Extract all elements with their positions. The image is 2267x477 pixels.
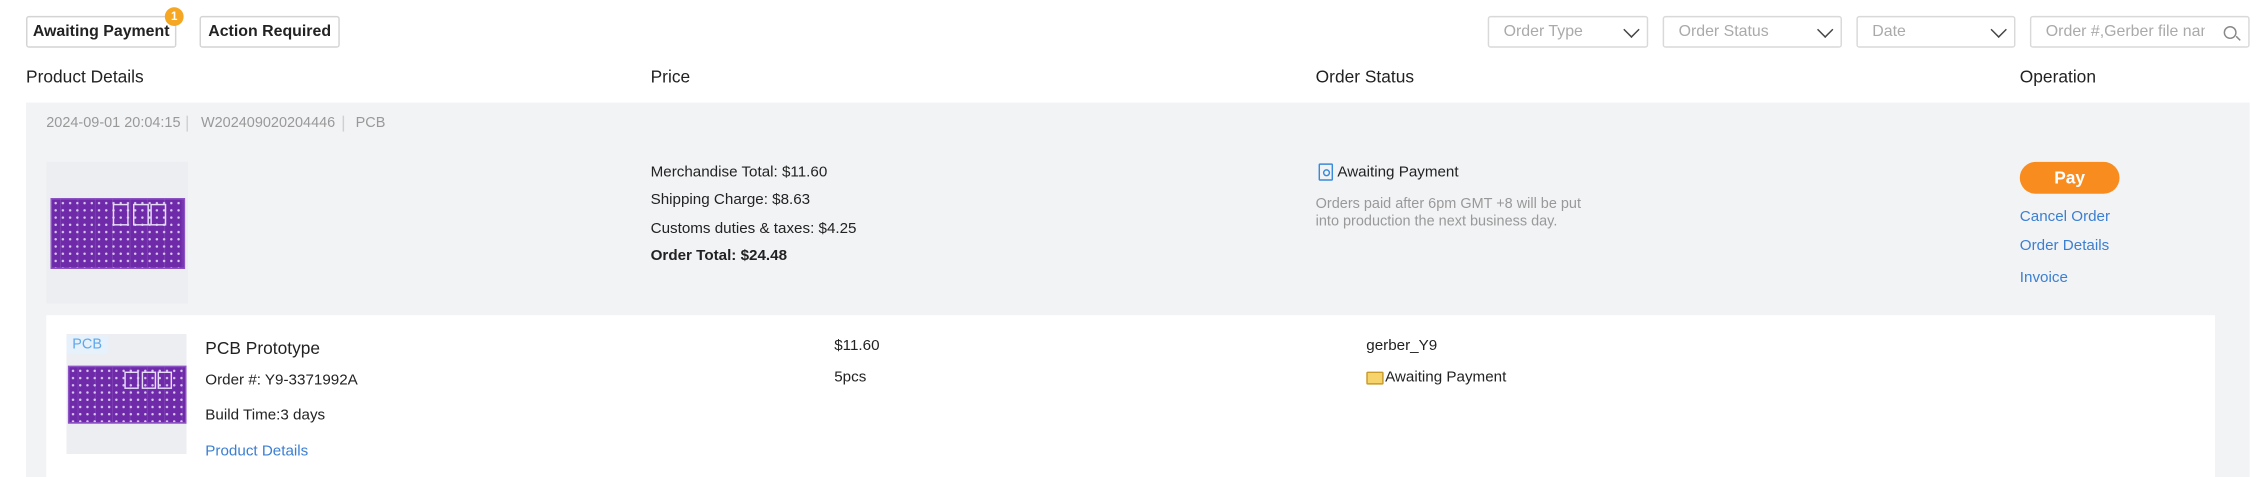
tab-awaiting-payment[interactable]: Awaiting Payment 1 bbox=[26, 7, 184, 48]
order-status-placeholder: Order Status bbox=[1678, 23, 1769, 41]
column-header-product-details: Product Details bbox=[26, 66, 144, 87]
order-number: W202409020204446 bbox=[200, 115, 336, 132]
item-price: $11.60 bbox=[834, 336, 880, 355]
item-build-time: Build Time:3 days bbox=[205, 406, 326, 424]
order-total: Order Total: $24.48 bbox=[650, 247, 788, 265]
chevron-down-icon bbox=[1623, 21, 1640, 38]
order-details-link[interactable]: Order Details bbox=[2020, 237, 2109, 254]
shipping-charge: Shipping Charge: $8.63 bbox=[650, 190, 811, 209]
chevron-down-icon bbox=[1990, 21, 2007, 38]
awaiting-payment-count-badge: 1 bbox=[164, 7, 184, 27]
item-status: Awaiting Payment bbox=[1385, 368, 1507, 387]
date-select[interactable]: Date bbox=[1856, 15, 2016, 48]
order-type-placeholder: Order Type bbox=[1503, 23, 1583, 41]
item-order-number: Order #: Y9-3371992A bbox=[205, 371, 358, 389]
order-status-label: Awaiting Payment bbox=[1337, 163, 1459, 181]
search-input[interactable] bbox=[2045, 23, 2205, 41]
search-icon[interactable] bbox=[2223, 25, 2237, 39]
date-placeholder: Date bbox=[1872, 23, 1906, 41]
cancel-order-link[interactable]: Cancel Order bbox=[2020, 208, 2110, 225]
tab-action-required[interactable]: Action Required bbox=[199, 15, 340, 48]
order-card: 2024-09-01 20:04:15 W202409020204446 PCB… bbox=[26, 102, 2250, 477]
order-category: PCB bbox=[355, 115, 386, 132]
meta-divider bbox=[186, 115, 188, 132]
order-pcb-thumbnail bbox=[46, 161, 188, 304]
column-header-operation: Operation bbox=[2019, 66, 2096, 87]
folder-icon bbox=[1366, 371, 1384, 385]
pay-button[interactable]: Pay bbox=[2019, 161, 2120, 194]
order-status-note: Orders paid after 6pm GMT +8 will be put… bbox=[1315, 196, 1582, 230]
search-box bbox=[2029, 15, 2250, 48]
chevron-down-icon bbox=[1817, 21, 1834, 38]
order-type-select[interactable]: Order Type bbox=[1487, 15, 1649, 48]
merchandise-total: Merchandise Total: $11.60 bbox=[650, 163, 828, 181]
order-item-row: PCB PCB Prototype Order #: Y9-3371992A B… bbox=[46, 315, 2215, 477]
item-quantity: 5pcs bbox=[834, 368, 867, 387]
meta-divider bbox=[342, 115, 345, 132]
item-gerber-file: gerber_Y9 bbox=[1366, 336, 1438, 355]
tab-awaiting-payment-label: Awaiting Payment bbox=[32, 23, 170, 41]
column-header-price: Price bbox=[650, 66, 691, 87]
customs-duties: Customs duties & taxes: $4.25 bbox=[650, 219, 857, 238]
pcb-board-image bbox=[50, 198, 186, 269]
tab-action-required-label: Action Required bbox=[208, 23, 332, 41]
orders-page: Awaiting Payment 1 Action Required Order… bbox=[0, 0, 2267, 477]
order-status-icon bbox=[1318, 163, 1334, 181]
invoice-link[interactable]: Invoice bbox=[2020, 269, 2068, 286]
product-details-link[interactable]: Product Details bbox=[205, 442, 308, 459]
order-datetime: 2024-09-01 20:04:15 bbox=[46, 115, 181, 132]
column-header-order-status: Order Status bbox=[1315, 66, 1415, 87]
item-title: PCB Prototype bbox=[205, 338, 321, 359]
product-type-tag: PCB bbox=[66, 335, 108, 355]
order-status-select[interactable]: Order Status bbox=[1662, 15, 1842, 48]
pcb-board-image bbox=[67, 365, 187, 424]
